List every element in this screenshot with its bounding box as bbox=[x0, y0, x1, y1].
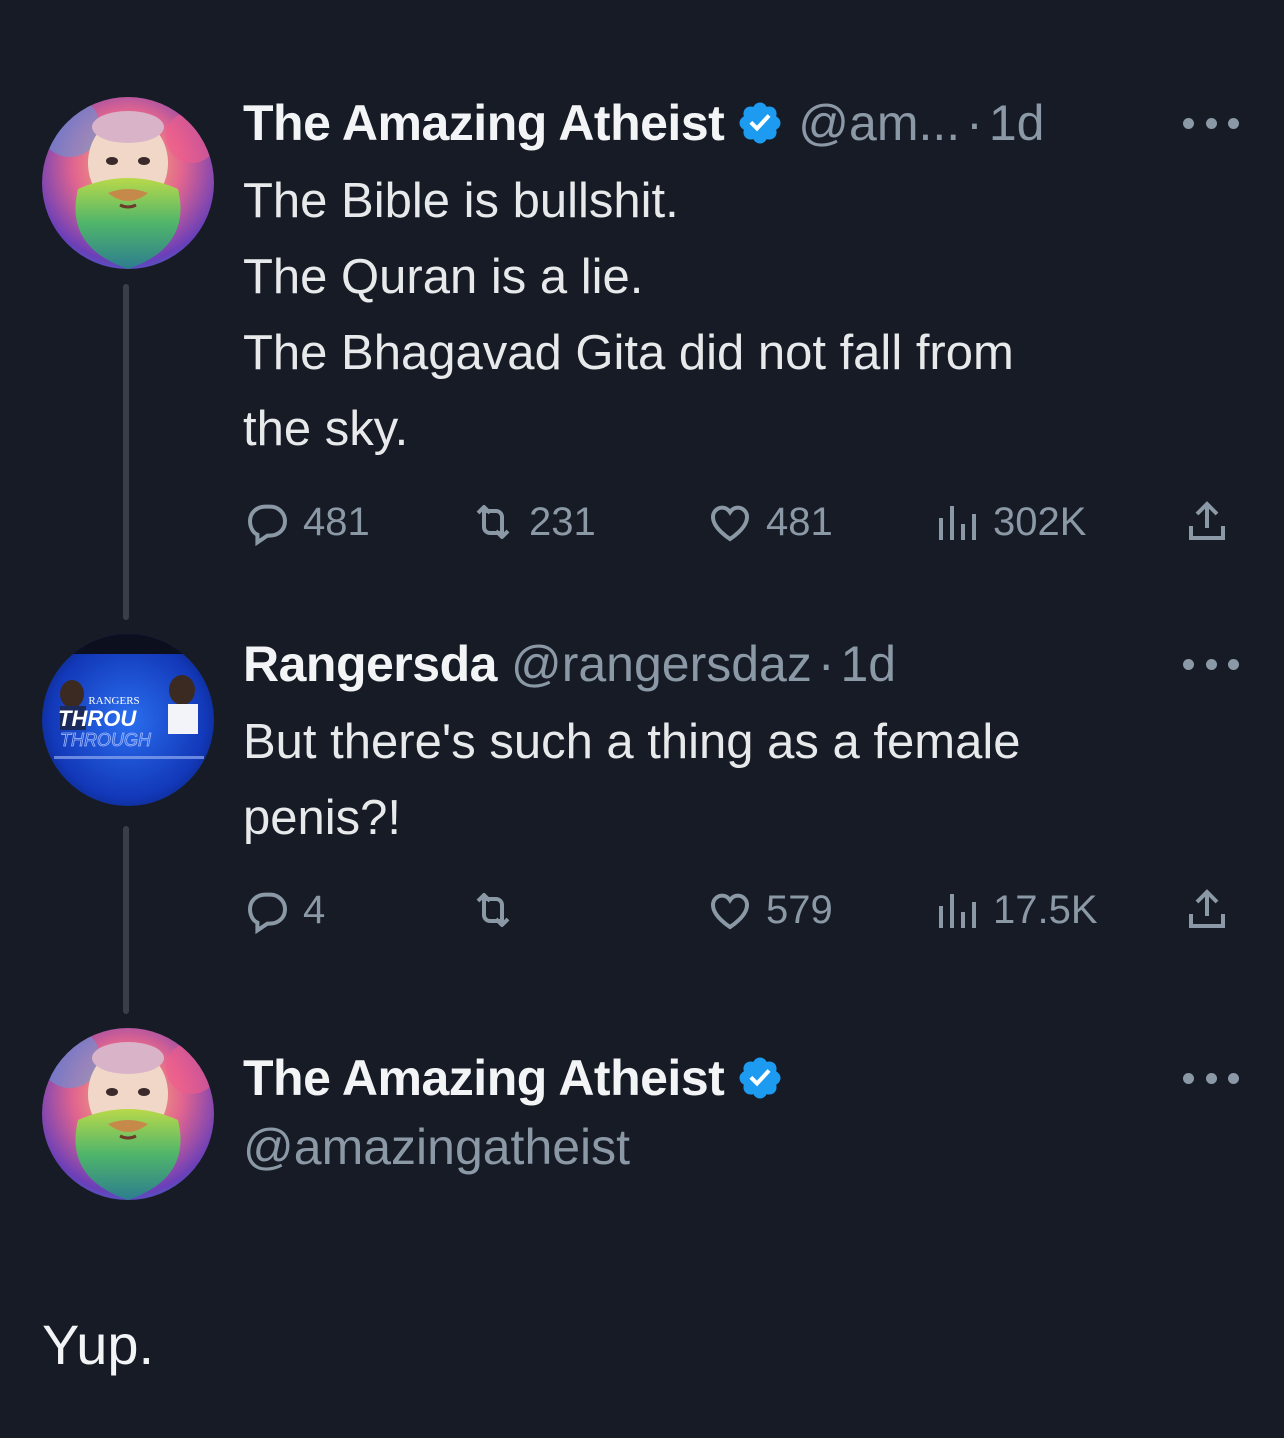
views-button[interactable]: 302K bbox=[933, 492, 1086, 552]
more-icon[interactable] bbox=[1183, 1070, 1239, 1086]
tweet-text-line: The Bible is bullshit. bbox=[243, 174, 679, 228]
share-button[interactable] bbox=[1183, 492, 1231, 552]
avatar-text-main: THROU bbox=[58, 706, 137, 731]
tweet-text-line: penis?! bbox=[243, 791, 402, 845]
reply-button[interactable]: 481 bbox=[243, 492, 370, 552]
heart-icon bbox=[711, 893, 749, 930]
tweet-text-line: But there's such a thing as a female bbox=[243, 715, 1021, 769]
reply-button[interactable]: 4 bbox=[243, 880, 325, 940]
reply-count: 481 bbox=[303, 499, 370, 544]
handle[interactable]: @am... bbox=[798, 93, 960, 153]
verified-badge-icon bbox=[739, 1057, 781, 1099]
tweet[interactable]: The Amazing Atheist @am... · 1d The Bibl… bbox=[243, 93, 1244, 467]
like-button[interactable]: 481 bbox=[706, 492, 833, 552]
share-icon bbox=[1189, 889, 1225, 928]
tweet-header: The Amazing Atheist bbox=[243, 1048, 1244, 1108]
retweet-count: 231 bbox=[529, 499, 596, 544]
rangers-avatar-image: RANGERS THROU THROUGH bbox=[42, 634, 214, 806]
separator-dot: · bbox=[817, 636, 835, 692]
like-count: 579 bbox=[766, 887, 833, 932]
tweet-text: But there's such a thing as a female pen… bbox=[243, 704, 1244, 856]
display-name[interactable]: The Amazing Atheist bbox=[243, 93, 725, 153]
views-icon bbox=[939, 506, 976, 540]
reply-icon bbox=[247, 504, 288, 546]
display-name[interactable]: The Amazing Atheist bbox=[243, 1048, 725, 1108]
more-icon[interactable] bbox=[1183, 115, 1239, 131]
tweet-text-line: The Bhagavad Gita did not fall from bbox=[243, 326, 1014, 380]
tweet-text-line: the sky. bbox=[243, 402, 409, 456]
heart-icon bbox=[711, 505, 749, 542]
thread-connector bbox=[123, 284, 129, 620]
views-count: 17.5K bbox=[993, 887, 1098, 932]
tweet-text: The Bible is bullshit. The Quran is a li… bbox=[243, 163, 1244, 467]
views-count: 302K bbox=[993, 499, 1087, 544]
retweet-button[interactable] bbox=[469, 880, 529, 940]
avatar[interactable] bbox=[42, 97, 214, 269]
verified-badge-icon bbox=[739, 102, 781, 144]
avatar[interactable] bbox=[42, 1028, 214, 1200]
views-button[interactable]: 17.5K bbox=[933, 880, 1098, 940]
separator-dot: · bbox=[966, 95, 983, 151]
tweet-text-line: The Quran is a lie. bbox=[243, 250, 644, 304]
avatar-text-sub: THROUGH bbox=[60, 730, 152, 750]
timestamp[interactable]: 1d bbox=[989, 93, 1045, 153]
share-icon bbox=[1189, 501, 1225, 540]
retweet-icon bbox=[476, 893, 510, 927]
tweet-header: Rangersda @rangersdaz · 1d bbox=[243, 634, 1244, 694]
handle[interactable]: @amazingatheist bbox=[243, 1116, 1244, 1178]
retweet-button[interactable]: 231 bbox=[469, 492, 596, 552]
bearded-man-avatar-image bbox=[42, 1028, 214, 1200]
handle[interactable]: @rangersdaz bbox=[511, 634, 812, 694]
reply-count: 4 bbox=[303, 887, 326, 932]
timestamp[interactable]: 1d bbox=[841, 634, 897, 694]
bearded-man-avatar-image bbox=[42, 97, 214, 269]
tweet[interactable]: Rangersda @rangersdaz · 1d But there's s… bbox=[243, 634, 1244, 856]
thread-connector bbox=[123, 826, 129, 1014]
tweet-header: The Amazing Atheist @am... · 1d bbox=[243, 93, 1244, 153]
views-icon bbox=[939, 894, 976, 928]
retweet-icon bbox=[476, 505, 510, 539]
reply-icon bbox=[247, 892, 288, 934]
thread-screenshot: The Amazing Atheist @am... · 1d The Bibl… bbox=[0, 0, 1284, 1438]
caption-text: Yup. bbox=[42, 1313, 155, 1376]
like-button[interactable]: 579 bbox=[706, 880, 833, 940]
tweet-actions: 481 231 481 302K bbox=[243, 492, 1243, 552]
display-name[interactable]: Rangersda bbox=[243, 634, 497, 694]
share-button[interactable] bbox=[1183, 880, 1231, 940]
more-icon[interactable] bbox=[1183, 656, 1239, 672]
avatar[interactable]: RANGERS THROU THROUGH bbox=[42, 634, 214, 806]
like-count: 481 bbox=[766, 499, 833, 544]
tweet[interactable]: The Amazing Atheist @amazingatheist bbox=[243, 1048, 1244, 1178]
tweet-actions: 4 579 17.5K bbox=[243, 880, 1243, 940]
